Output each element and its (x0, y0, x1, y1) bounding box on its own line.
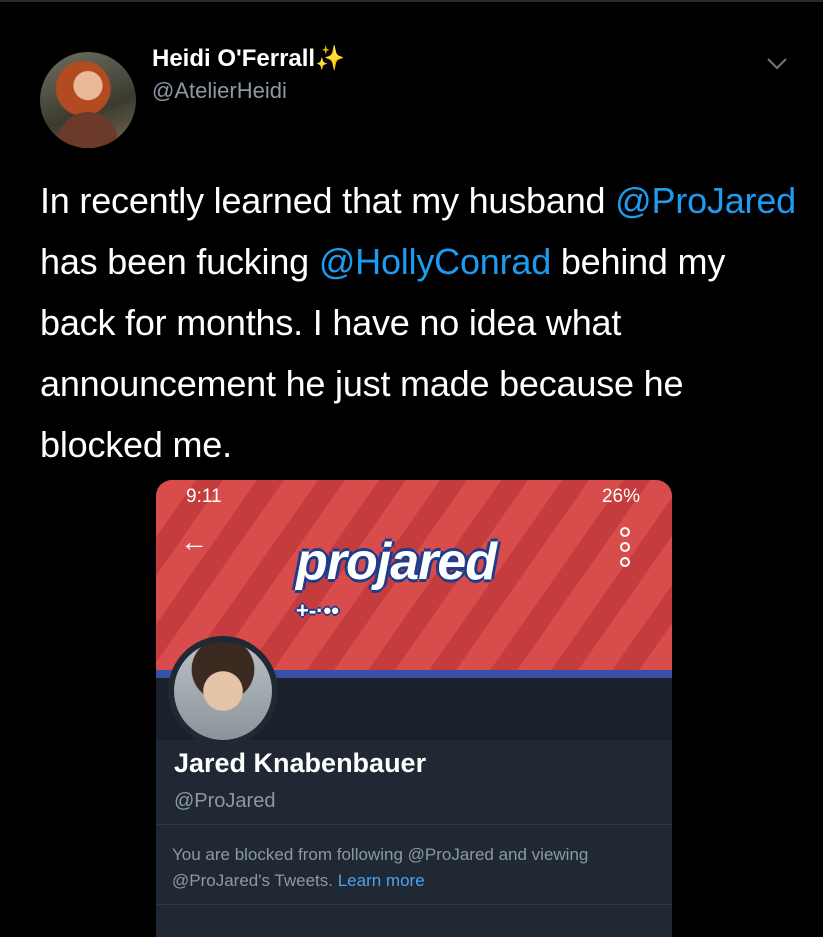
blocked-notice: You are blocked from following @ProJared… (172, 845, 589, 890)
kebab-icon (620, 527, 630, 567)
arrow-left-icon: ← (180, 526, 208, 557)
logo-gamepad: +-·•• (296, 598, 339, 623)
status-time: 9:11 (186, 486, 222, 507)
divider (156, 904, 672, 905)
author-avatar[interactable] (40, 52, 136, 148)
profile-avatar (168, 636, 278, 746)
sparkle-emoji: ✨ (315, 45, 345, 72)
phone-status-bar: 9:11 26% (156, 480, 672, 512)
profile-name: Jared Knabenbauer (174, 748, 427, 778)
tweet-text: In recently learned that my husband @Pro… (40, 180, 796, 465)
learn-more-link: Learn more (337, 871, 425, 890)
divider (156, 824, 672, 825)
profile-handle: @ProJared (174, 790, 276, 812)
mention-projared[interactable]: @ProJared (615, 180, 796, 221)
chevron-down-icon[interactable] (764, 50, 790, 76)
mention-hollyconrad[interactable]: @HollyConrad (319, 241, 551, 282)
tweet-image[interactable]: 9:11 26% ← projared +-·•• Jared Knabenba… (156, 480, 672, 937)
author-name[interactable]: Heidi O'Ferrall✨ (152, 44, 345, 73)
top-divider (0, 0, 823, 2)
author-handle[interactable]: @AtelierHeidi (152, 78, 287, 104)
projared-logo: projared (296, 533, 497, 591)
battery-level: 26% (601, 486, 640, 507)
